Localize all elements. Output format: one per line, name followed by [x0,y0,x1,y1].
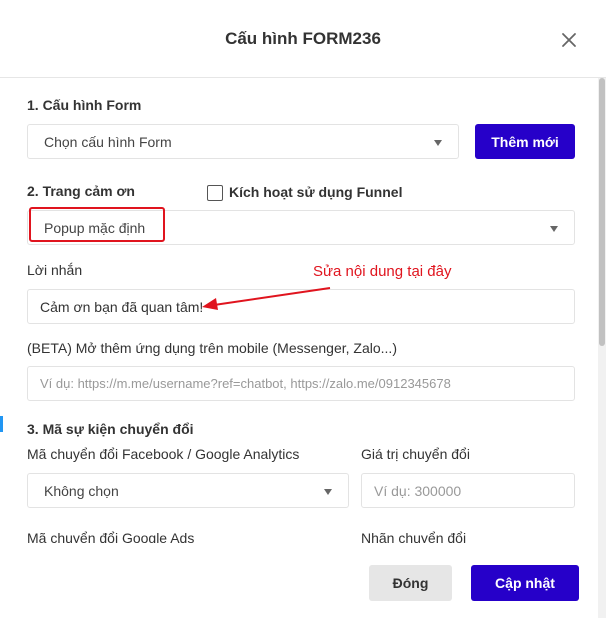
annotation-arrow-icon [202,287,331,310]
scrollbar-thumb[interactable] [599,78,605,346]
section-thank-you-heading: 2. Trang cảm ơn [27,183,135,199]
section-conversion-heading: 3. Mã sự kiện chuyển đổi [27,421,194,437]
annotation-highlight-box [29,207,165,242]
chevron-down-icon [324,489,332,495]
chevron-down-icon [550,226,558,232]
fb-ga-conversion-select-value: Không chọn [44,483,119,499]
section-form-config-heading: 1. Cấu hình Form [27,97,142,113]
form-config-select-value: Chọn cấu hình Form [44,134,172,150]
form-config-select[interactable]: Chọn cấu hình Form [27,124,459,159]
conversion-value-label: Giá trị chuyển đổi [361,446,470,462]
config-form-modal: Cấu hình FORM236 1. Cấu hình Form Chọn c… [0,0,606,618]
modal-footer: Đóng Cập nhật [0,543,598,618]
modal-title: Cấu hình FORM236 [225,29,381,48]
message-label: Lời nhắn [27,262,83,278]
update-button[interactable]: Cập nhật [471,565,579,601]
mobile-apps-input[interactable] [27,366,575,401]
funnel-checkbox-label: Kích hoạt sử dụng Funnel [229,184,403,200]
background-edge-marker [0,416,3,432]
modal-header: Cấu hình FORM236 [0,0,606,78]
fb-ga-conversion-select[interactable]: Không chọn [27,473,349,508]
annotation-text: Sửa nội dung tại đây [313,263,452,280]
chevron-down-icon [434,140,442,146]
close-button[interactable]: Đóng [369,565,452,601]
fb-ga-conversion-label: Mã chuyển đổi Facebook / Google Analytic… [27,446,300,462]
beta-mobile-apps-label: (BETA) Mở thêm ứng dụng trên mobile (Mes… [27,340,397,356]
close-icon[interactable] [559,30,579,50]
add-new-button[interactable]: Thêm mới [475,124,575,159]
scrollbar[interactable] [598,78,606,618]
conversion-value-input[interactable] [361,473,575,508]
funnel-checkbox[interactable] [207,185,223,201]
